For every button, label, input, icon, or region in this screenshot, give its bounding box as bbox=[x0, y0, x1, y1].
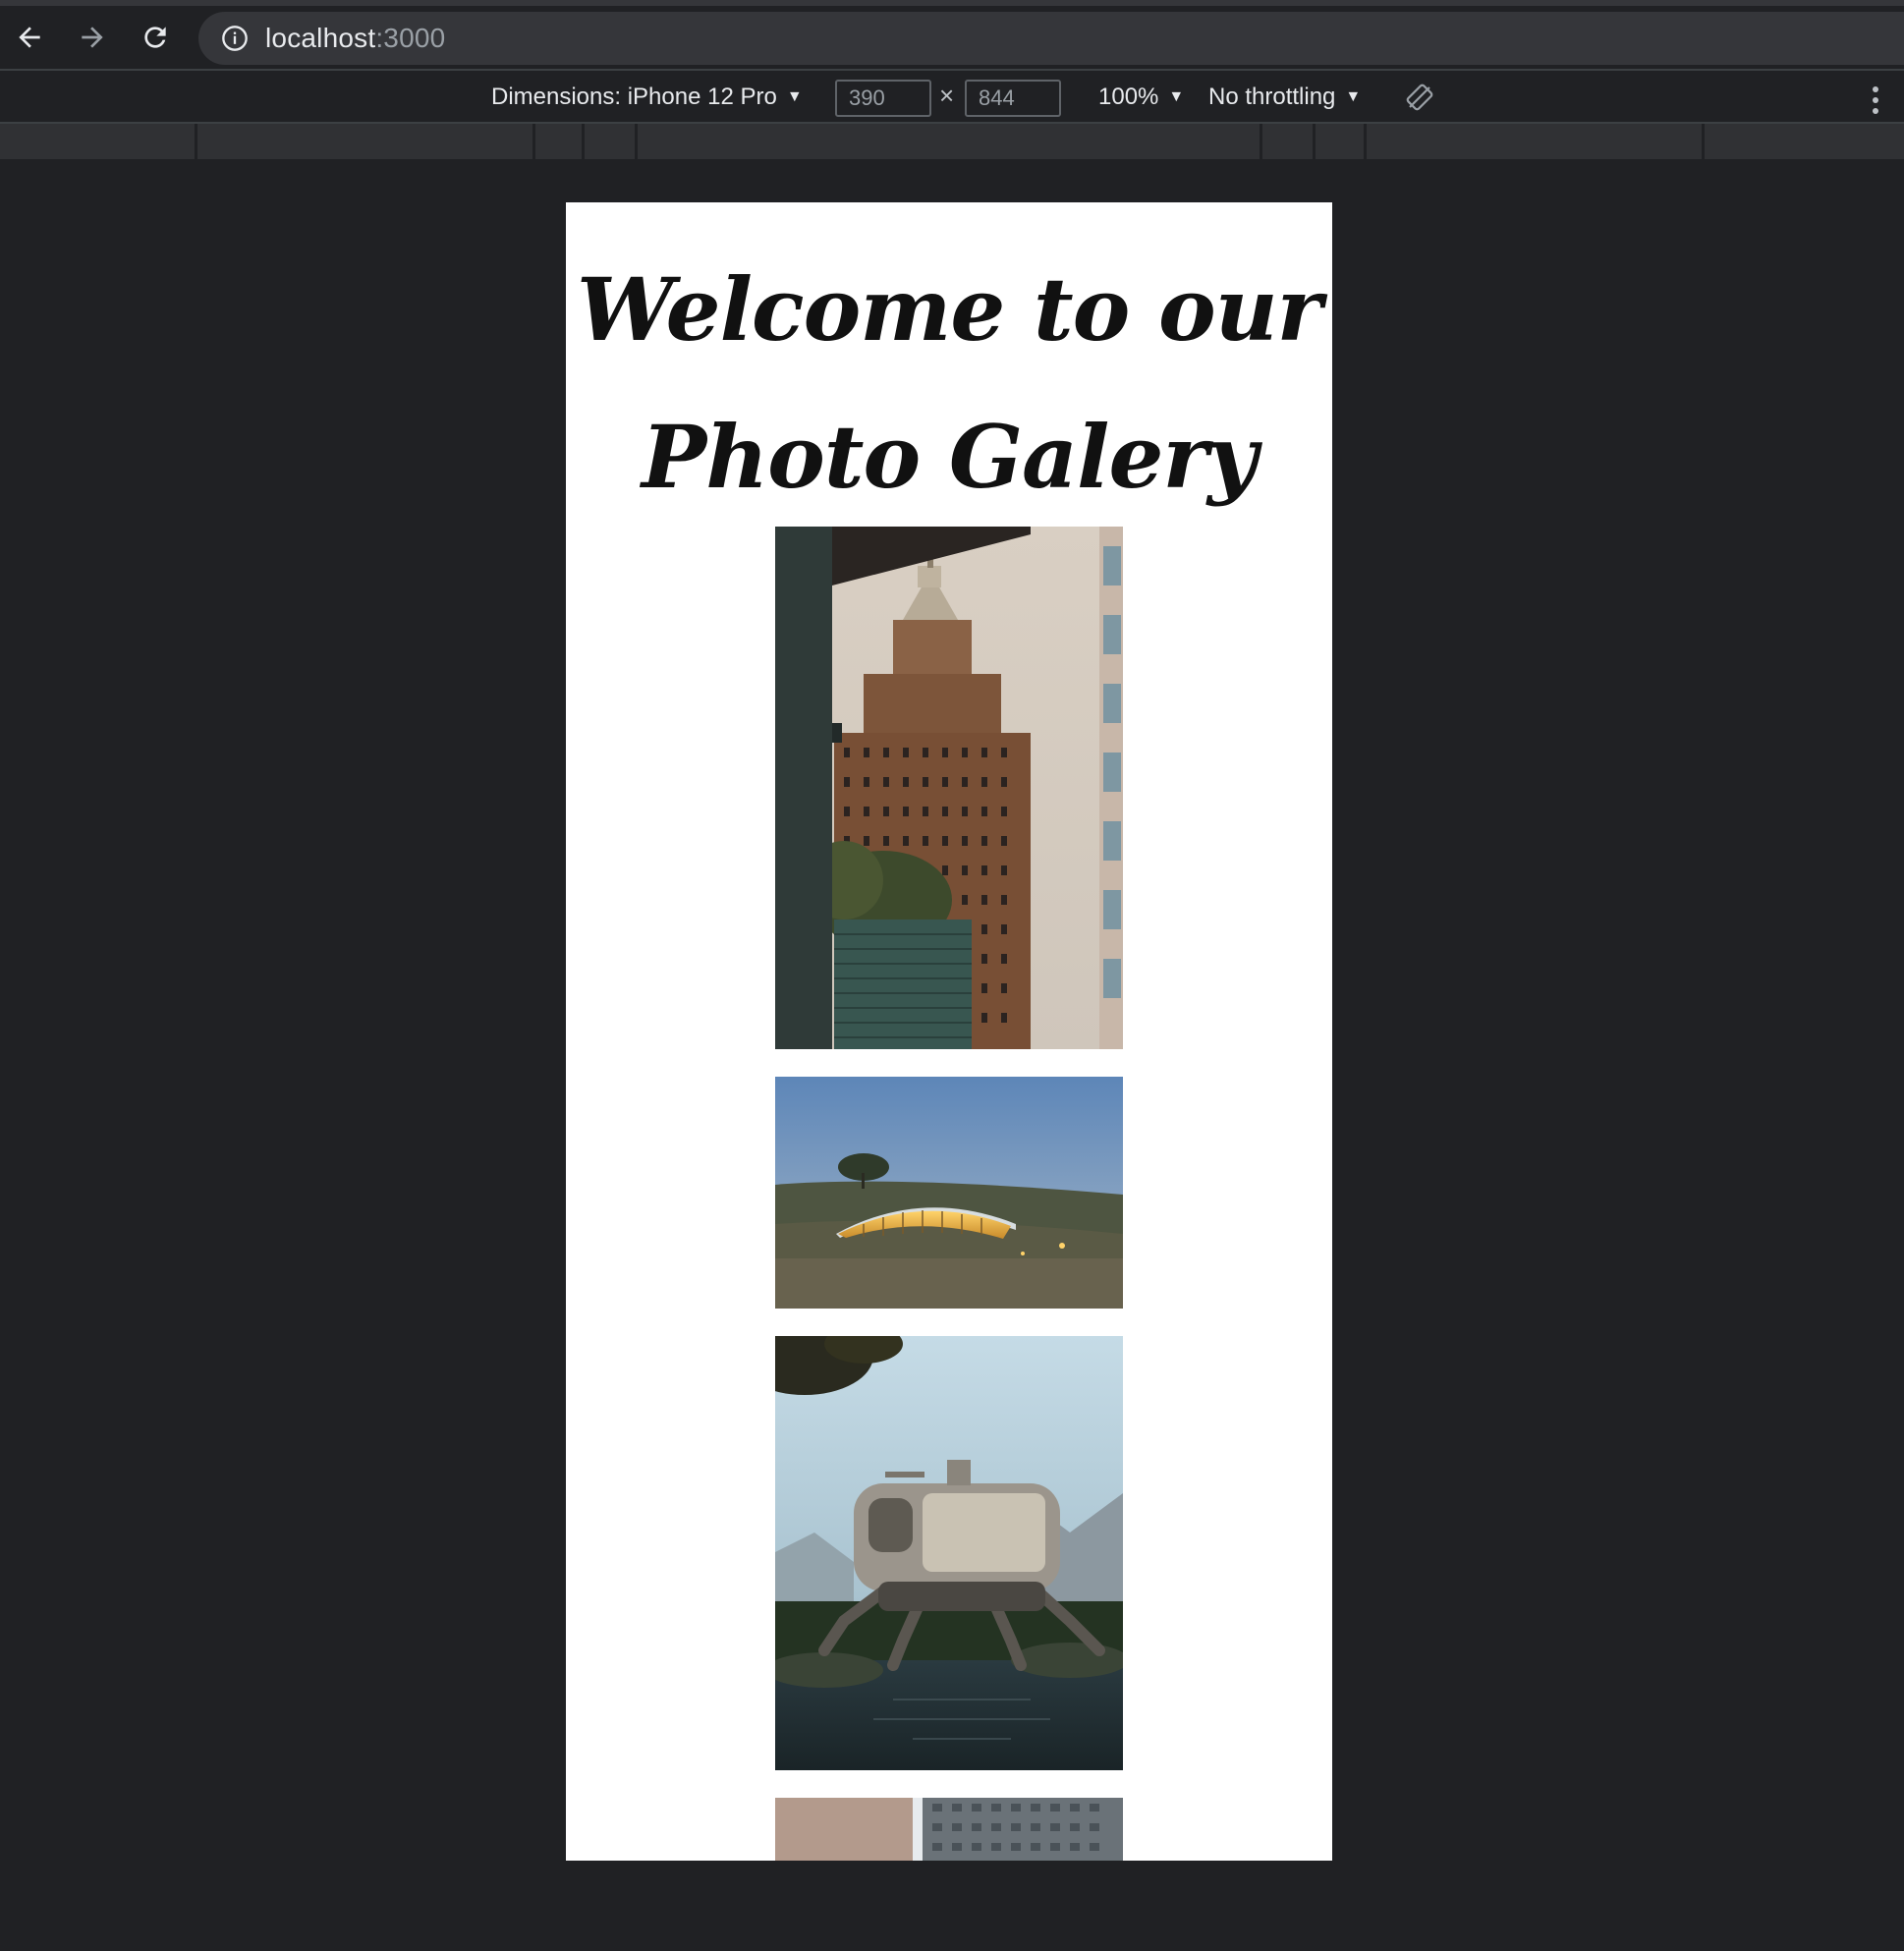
zoom-dropdown[interactable]: 100% ▼ bbox=[1098, 71, 1184, 124]
url-host: localhost bbox=[265, 23, 376, 53]
media-query-divider[interactable] bbox=[582, 124, 585, 159]
reload-icon bbox=[144, 27, 166, 48]
dropdown-caret-icon: ▼ bbox=[786, 88, 803, 105]
info-icon[interactable] bbox=[220, 24, 250, 53]
forward-button[interactable] bbox=[73, 18, 112, 57]
height-input[interactable]: 844 bbox=[965, 80, 1061, 117]
omnibox[interactable]: localhost:3000 bbox=[198, 12, 1904, 65]
back-button[interactable] bbox=[10, 18, 49, 57]
media-query-divider[interactable] bbox=[635, 124, 638, 159]
media-query-divider[interactable] bbox=[1313, 124, 1316, 159]
city-buildings-photo bbox=[775, 1798, 1123, 1861]
page-heading: Welcome to our Photo Galery bbox=[566, 236, 1332, 530]
rotate-button[interactable] bbox=[1405, 71, 1434, 124]
arrow-left-icon bbox=[19, 27, 40, 48]
media-query-divider[interactable] bbox=[1364, 124, 1367, 159]
art-deco-skyscraper-photo bbox=[775, 527, 1123, 1049]
url-text[interactable]: localhost:3000 bbox=[265, 23, 445, 54]
more-options-icon[interactable] bbox=[1873, 86, 1878, 114]
device-viewport: Welcome to our Photo Galery bbox=[566, 202, 1332, 1861]
device-toolbar: Dimensions: iPhone 12 Pro ▼ 390 × 844 10… bbox=[0, 69, 1904, 124]
width-input[interactable]: 390 bbox=[835, 80, 931, 117]
media-query-divider[interactable] bbox=[1702, 124, 1705, 159]
media-query-divider[interactable] bbox=[1260, 124, 1262, 159]
throttling-label: No throttling bbox=[1208, 84, 1336, 110]
dropdown-caret-icon: ▼ bbox=[1345, 88, 1362, 105]
browser-address-bar: localhost:3000 bbox=[0, 0, 1904, 69]
media-query-bar bbox=[0, 124, 1904, 159]
dropdown-caret-icon: ▼ bbox=[1168, 88, 1185, 105]
reload-button[interactable] bbox=[136, 18, 175, 57]
url-port: :3000 bbox=[375, 23, 446, 53]
rotate-icon bbox=[1406, 84, 1433, 111]
zoom-label: 100% bbox=[1098, 84, 1159, 110]
dimensions-dropdown[interactable]: Dimensions: iPhone 12 Pro ▼ bbox=[491, 71, 803, 124]
throttling-dropdown[interactable]: No throttling ▼ bbox=[1208, 71, 1361, 124]
arrow-right-icon bbox=[82, 27, 103, 48]
walking-robot-house-photo bbox=[775, 1336, 1123, 1770]
times-symbol: × bbox=[939, 81, 955, 110]
media-query-divider[interactable] bbox=[532, 124, 535, 159]
heading-line-2: Photo Galery bbox=[642, 406, 1258, 508]
media-query-divider[interactable] bbox=[195, 124, 197, 159]
heading-line-1: Welcome to our bbox=[576, 258, 1322, 361]
hillside-house-at-dusk-photo bbox=[775, 1077, 1123, 1309]
dimensions-label: Dimensions: iPhone 12 Pro bbox=[491, 84, 777, 110]
